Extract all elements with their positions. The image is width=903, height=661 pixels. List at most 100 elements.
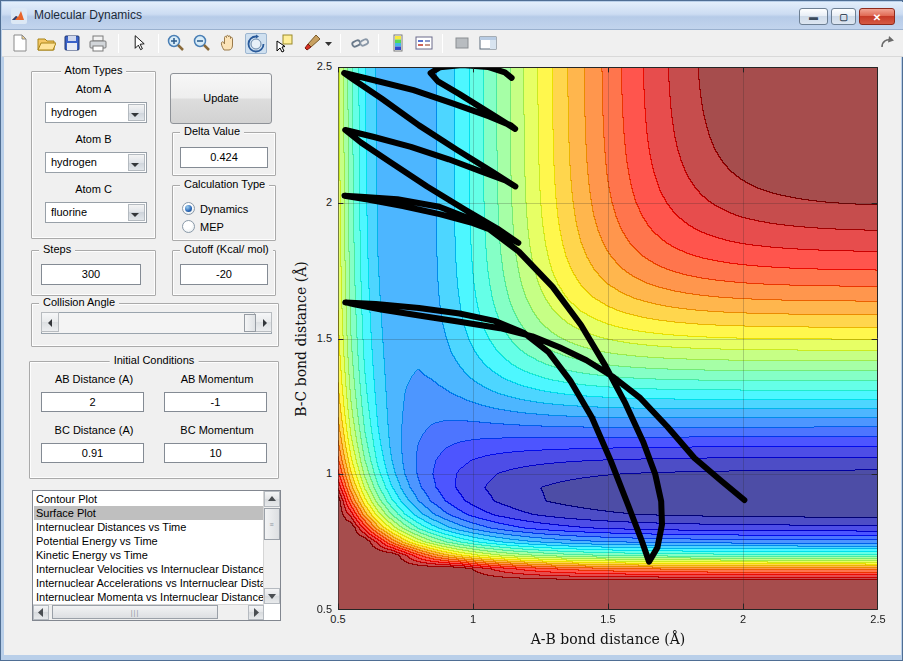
atom-b-value: hydrogen (51, 156, 97, 168)
toolbar-separator (118, 34, 119, 53)
zoom-in-icon[interactable] (166, 33, 188, 54)
atom-c-dropdown-button[interactable] (128, 204, 145, 221)
vertical-scrollbar[interactable]: ≡ (263, 491, 280, 604)
chevron-down-icon (131, 163, 139, 167)
dynamics-radio[interactable] (182, 202, 195, 215)
rotate-3d-icon[interactable] (245, 33, 267, 54)
horizontal-scroll-thumb[interactable]: ||| (52, 605, 218, 619)
atom-b-label: Atom B (31, 133, 156, 145)
edit-arrow-icon[interactable] (128, 33, 150, 54)
list-item[interactable]: Surface Plot (34, 506, 264, 520)
contour-plot[interactable] (338, 67, 878, 610)
brush-icon[interactable] (302, 33, 324, 54)
toolbar-separator (378, 34, 379, 53)
brush-dropdown-icon[interactable] (324, 33, 334, 54)
delta-value-field[interactable]: 0.424 (180, 147, 268, 168)
atom-c-label: Atom C (31, 183, 156, 195)
atom-c-select[interactable]: fluorine (45, 202, 147, 223)
bc-momentum-label: BC Momentum (157, 424, 277, 436)
scroll-down-button[interactable] (264, 588, 280, 604)
minimize-icon: ▬ (809, 12, 818, 22)
y-axis-label: B-C bond distance (Å) (293, 199, 309, 479)
atom-a-dropdown-button[interactable] (128, 104, 145, 121)
atom-c-value: fluorine (51, 206, 87, 218)
ab-momentum-field[interactable]: -1 (164, 392, 267, 412)
chevron-down-icon (131, 113, 139, 117)
update-button[interactable]: Update (170, 73, 272, 124)
toolbar-separator (158, 34, 159, 53)
slider-right-arrow[interactable] (254, 312, 272, 332)
list-item[interactable]: Kinetic Energy vs Time (34, 548, 264, 562)
print-icon[interactable] (88, 33, 110, 54)
list-item[interactable]: Internuclear Momenta vs Internuclear Dis… (34, 590, 264, 604)
new-figure-icon[interactable] (10, 33, 32, 54)
delta-value-title: Delta Value (180, 125, 244, 137)
title-bar[interactable]: Molecular Dynamics ▬ ▢ ✕ (2, 2, 903, 30)
mep-radio[interactable] (182, 220, 195, 233)
atom-a-label: Atom A (31, 83, 156, 95)
mep-radio-label: MEP (200, 221, 224, 233)
atom-a-value: hydrogen (51, 106, 97, 118)
chevron-down-icon (131, 213, 139, 217)
x-tick-label: 2.5 (858, 613, 898, 625)
collision-angle-title: Collision Angle (39, 296, 119, 308)
hide-plot-tools-icon[interactable] (452, 33, 474, 54)
insert-colorbar-icon[interactable] (388, 33, 410, 54)
zoom-out-icon[interactable] (192, 33, 214, 54)
x-tick-label: 1 (453, 613, 493, 625)
scroll-left-button[interactable] (33, 605, 49, 620)
y-tick-label: 2.5 (292, 60, 332, 72)
atom-b-dropdown-button[interactable] (128, 154, 145, 171)
toolbar-separator (442, 34, 443, 53)
list-item[interactable]: Potential Energy vs Time (34, 534, 264, 548)
show-plot-tools-icon[interactable] (478, 33, 500, 54)
x-axis-label: A-B bond distance (Å) (468, 631, 748, 647)
slider-left-arrow[interactable] (41, 312, 59, 332)
undock-icon[interactable] (878, 33, 900, 54)
minimize-button[interactable]: ▬ (799, 8, 828, 25)
list-item[interactable]: Contour Plot (34, 492, 264, 506)
slider-thumb[interactable] (244, 314, 256, 332)
y-tick-label: 0.5 (292, 603, 332, 615)
atom-b-select[interactable]: hydrogen (45, 152, 147, 173)
atom-types-title: Atom Types (61, 64, 127, 76)
dynamics-radio-label: Dynamics (200, 203, 248, 215)
bc-momentum-field[interactable]: 10 (164, 443, 267, 463)
steps-field[interactable]: 300 (41, 264, 141, 285)
initial-conditions-title: Initial Conditions (110, 354, 199, 366)
restore-icon: ▢ (839, 12, 848, 22)
app-window: Molecular Dynamics ▬ ▢ ✕ (0, 0, 903, 661)
restore-button[interactable]: ▢ (831, 8, 856, 25)
bc-distance-field[interactable]: 0.91 (41, 443, 144, 463)
plot-type-listbox[interactable]: Contour PlotSurface PlotInternuclear Dis… (32, 490, 281, 621)
close-icon: ✕ (873, 11, 881, 22)
pan-hand-icon[interactable] (218, 33, 240, 54)
ab-distance-field[interactable]: 2 (41, 392, 144, 412)
list-item[interactable]: Internuclear Distances vs Time (34, 520, 264, 534)
list-item[interactable]: Internuclear Velocities vs Internuclear … (34, 562, 264, 576)
close-button[interactable]: ✕ (859, 8, 895, 25)
figure-toolbar (2, 30, 903, 57)
list-item[interactable]: Internuclear Accelerations vs Internucle… (34, 576, 264, 590)
cutoff-title: Cutoff (Kcal/ mol) (180, 243, 273, 255)
toolbar-separator (340, 34, 341, 53)
steps-title: Steps (39, 243, 75, 255)
window-title: Molecular Dynamics (34, 8, 142, 22)
cutoff-field[interactable]: -20 (180, 264, 268, 285)
collision-angle-slider[interactable] (41, 312, 272, 334)
calculation-type-title: Calculation Type (180, 178, 269, 190)
atom-a-select[interactable]: hydrogen (45, 102, 147, 123)
open-file-icon[interactable] (36, 33, 58, 54)
bc-distance-label: BC Distance (A) (34, 424, 154, 436)
x-tick-label: 2 (723, 613, 763, 625)
data-cursor-icon[interactable] (274, 33, 296, 54)
ab-distance-label: AB Distance (A) (34, 373, 154, 385)
link-plot-icon[interactable] (350, 33, 372, 54)
vertical-scroll-thumb[interactable]: ≡ (264, 508, 280, 540)
scroll-right-button[interactable] (248, 605, 264, 620)
x-tick-label: 1.5 (588, 613, 628, 625)
horizontal-scrollbar[interactable]: ||| (33, 604, 264, 620)
scroll-up-button[interactable] (264, 491, 280, 507)
save-icon[interactable] (62, 33, 84, 54)
insert-legend-icon[interactable] (414, 33, 436, 54)
